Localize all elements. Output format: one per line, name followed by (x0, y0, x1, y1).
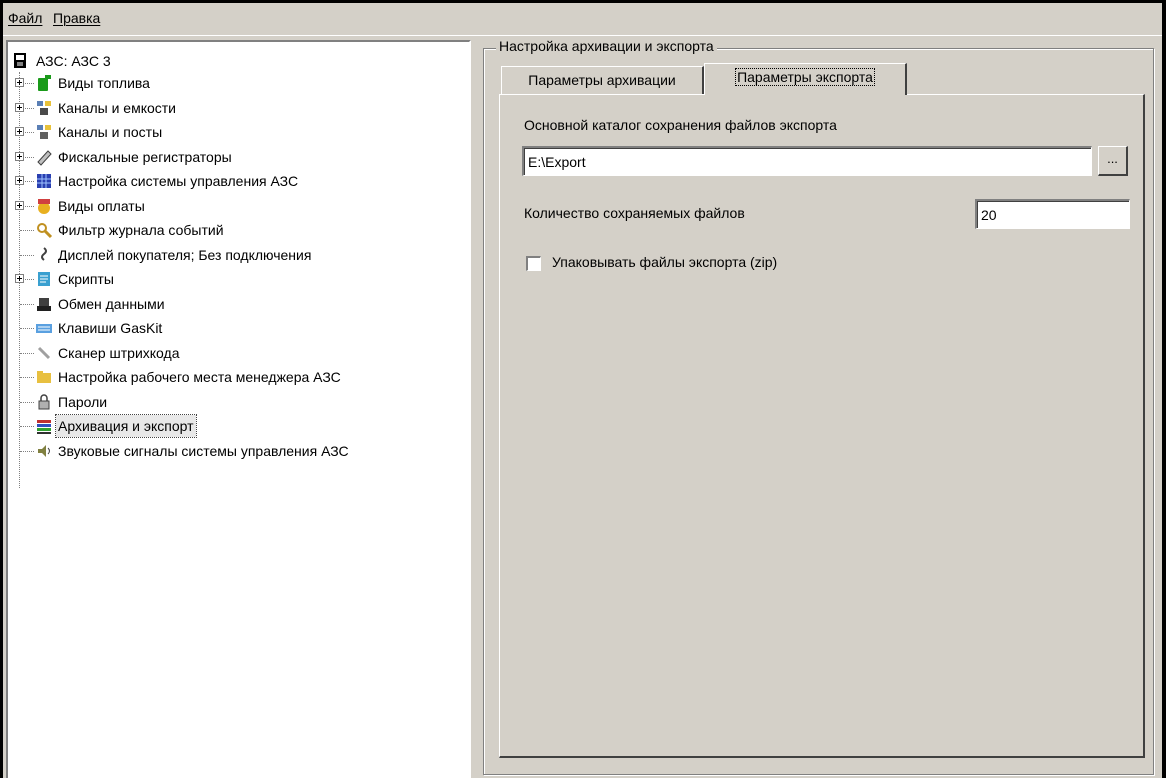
tree-item-label: Виды оплаты (58, 197, 145, 214)
archive-books-icon (37, 420, 51, 434)
tree-item-label: Настройка системы управления АЗС (58, 173, 299, 189)
window-left-edge (0, 0, 3, 778)
tanks-icon (37, 100, 51, 115)
tree-connector (20, 450, 34, 453)
expand-icon[interactable] (15, 102, 24, 112)
tree-item[interactable]: Настройка системы управления АЗС (8, 170, 468, 192)
tree-item-label: Сканер штрихкода (58, 344, 180, 361)
files-count-label: Количество сохраняемых файлов (524, 205, 745, 221)
fuel-can-icon (38, 75, 51, 91)
tree-item[interactable]: Каналы и емкости (8, 97, 468, 119)
tree-item[interactable]: Фискальные регистраторы (8, 146, 468, 168)
payment-icon (38, 198, 50, 214)
tree-item[interactable]: Скрипты (8, 268, 468, 290)
tree-connector (20, 352, 34, 355)
export-dir-label: Основной каталог сохранения файлов экспо… (524, 117, 837, 133)
station-icon (14, 53, 26, 68)
zip-checkbox[interactable] (526, 256, 541, 271)
menu-edit[interactable]: Правка (53, 10, 100, 26)
tab-content-export (499, 94, 1145, 758)
tree-item[interactable]: Настройка рабочего места менеджера АЗС (8, 366, 468, 388)
tree-item[interactable]: Пароли (8, 391, 468, 413)
tree-item[interactable]: Обмен данными (8, 293, 468, 315)
tree-item-label: Каналы и посты (58, 124, 163, 140)
scripts-icon (38, 272, 50, 286)
tree-root[interactable]: АЗС: АЗС 3 (8, 50, 468, 72)
window-right-edge (1162, 0, 1166, 778)
tree-root-label: АЗС: АЗС 3 (36, 53, 111, 69)
data-exchange-icon (37, 297, 51, 311)
tree-item[interactable]: Сканер штрихкода (8, 342, 468, 364)
tree-item-label: Настройка рабочего места менеджера АЗС (58, 369, 341, 385)
tree-item-label: Звуковые сигналы системы управления АЗС (58, 442, 349, 459)
tab-archive-label: Параметры архивации (528, 72, 676, 88)
expand-icon[interactable] (15, 78, 24, 87)
tree-item[interactable]: Звуковые сигналы системы управления АЗС (8, 440, 468, 462)
zip-checkbox-label[interactable]: Упаковывать файлы экспорта (zip) (552, 254, 777, 270)
tree-item-label: Каналы и емкости (58, 99, 177, 116)
tree-item[interactable]: Архивация и экспорт (8, 414, 468, 438)
tree-connector (20, 303, 34, 306)
magnifier-icon (37, 223, 53, 239)
tree-connector (20, 328, 34, 330)
tree-item-label: Виды топлива (58, 75, 150, 91)
group-title: Настройка архивации и экспорта (496, 38, 717, 54)
tree-connector (20, 426, 34, 428)
tree-connector (20, 377, 34, 379)
expand-icon[interactable] (15, 151, 24, 161)
expand-icon[interactable] (15, 200, 24, 210)
fiscal-printer-icon (37, 149, 52, 166)
tree-item-label: Пароли (58, 393, 108, 410)
tree-item[interactable]: Дисплей покупателя; Без подключения (8, 244, 468, 266)
lock-icon (38, 393, 50, 409)
expand-icon[interactable] (15, 176, 24, 185)
folder-icon (37, 371, 51, 383)
tab-export-label: Параметры экспорта (735, 68, 875, 86)
expand-icon[interactable] (15, 127, 24, 136)
export-dir-input[interactable] (522, 146, 1092, 176)
speaker-icon (38, 444, 50, 457)
tree-item-label: Клавиши GasKit (58, 320, 163, 336)
expand-icon[interactable] (15, 274, 24, 283)
tab-archive-params[interactable]: Параметры архивации (501, 66, 704, 94)
files-count-input[interactable] (975, 199, 1130, 229)
tree-item-label: Фильтр журнала событий (58, 222, 224, 238)
grid-settings-icon (37, 174, 51, 188)
tree-item[interactable]: Каналы и посты (8, 121, 468, 143)
customer-display-icon (41, 246, 47, 261)
keyboard-icon (36, 324, 52, 333)
menu-bar: Файл Правка (3, 3, 1162, 36)
tree-connector (20, 401, 34, 404)
tree-item-label: Обмен данными (58, 295, 165, 312)
tree-item[interactable]: Виды топлива (8, 72, 468, 94)
tree-item-label: Архивация и экспорт (55, 414, 197, 438)
tree-item[interactable]: Виды оплаты (8, 195, 468, 217)
tree-item-label: Дисплей покупателя; Без подключения (58, 246, 312, 263)
tree-item[interactable]: Клавиши GasKit (8, 317, 468, 339)
browse-button[interactable]: ... (1098, 146, 1128, 176)
tree-item-label: Фискальные регистраторы (58, 148, 232, 165)
tree-item[interactable]: Фильтр журнала событий (8, 219, 468, 241)
settings-tree[interactable]: АЗС: АЗС 3 Виды топлива Каналы и емкости К… (6, 40, 471, 778)
pumps-icon (37, 125, 51, 139)
tree-connector (20, 230, 34, 232)
tree-connector (20, 254, 34, 257)
tree-item-label: Скрипты (58, 271, 114, 287)
barcode-scanner-icon (37, 346, 51, 359)
menu-file[interactable]: Файл (8, 10, 42, 26)
tab-export-params[interactable]: Параметры экспорта (704, 63, 907, 95)
